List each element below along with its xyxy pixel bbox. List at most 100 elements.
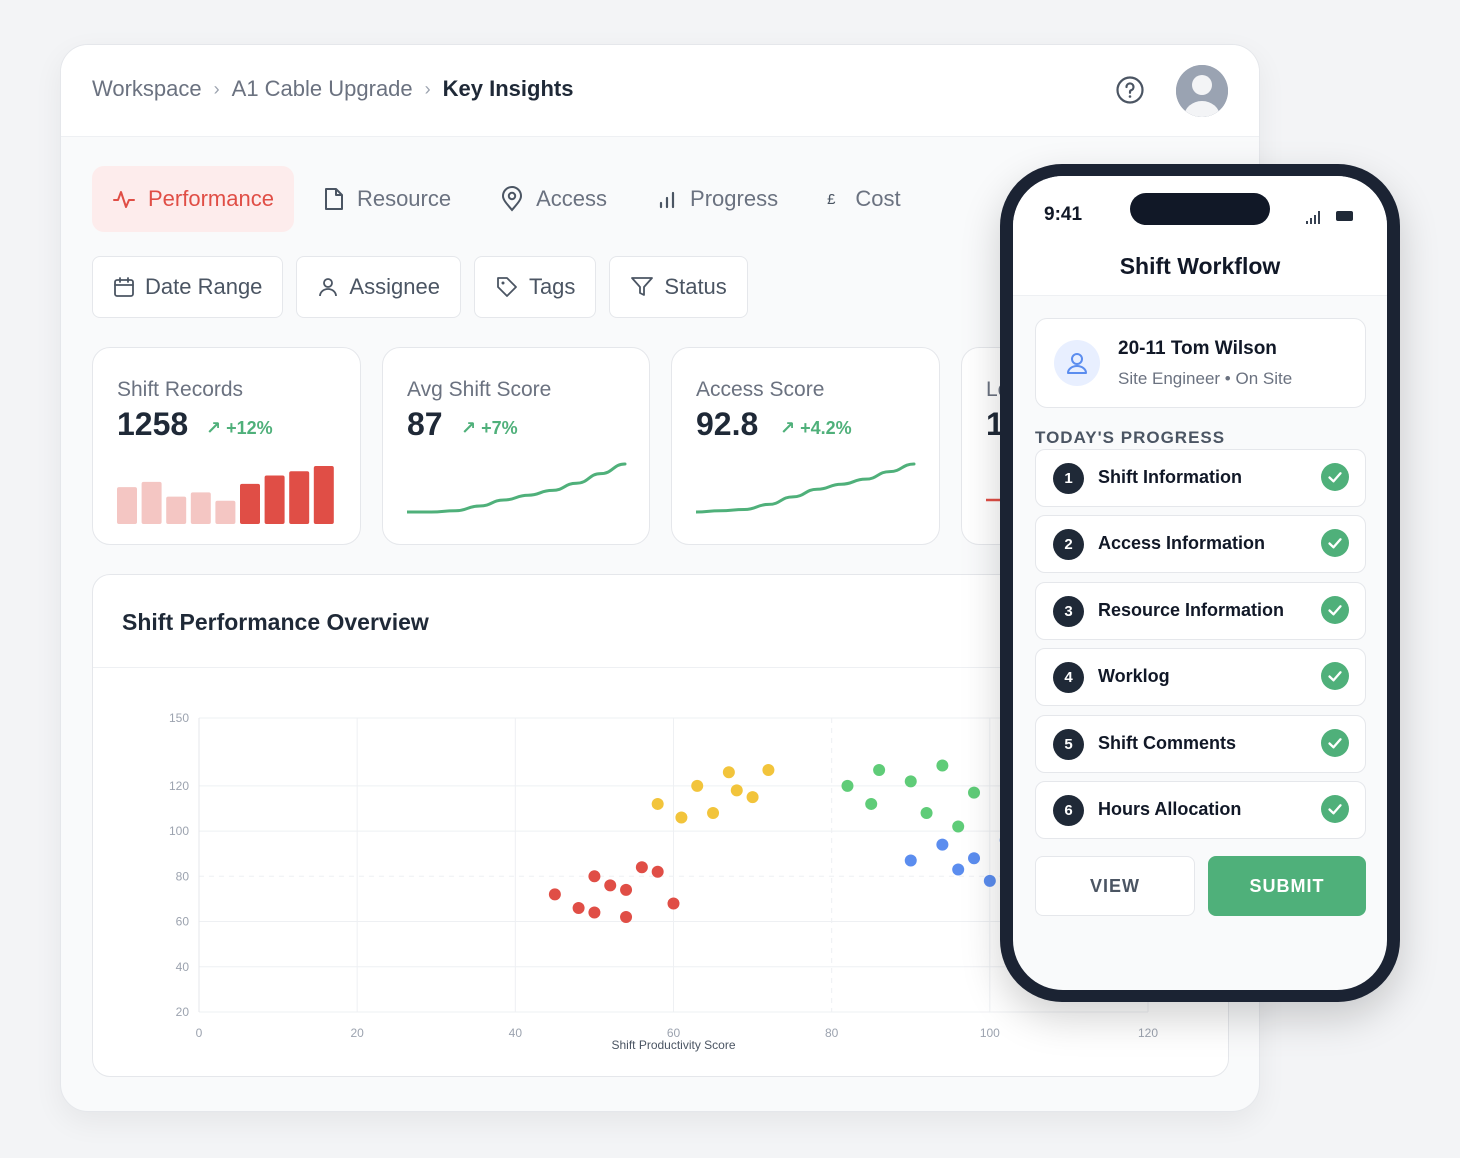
y-tick-label: 60 <box>176 915 190 929</box>
filter-date-range[interactable]: Date Range <box>92 256 284 318</box>
metric-delta-value: +7% <box>481 418 518 438</box>
filter-icon <box>631 277 654 296</box>
phone-frame: 9:41 Shift Workflow 20-11 Tom Wilson Sit… <box>1000 164 1400 1002</box>
data-point <box>651 865 664 878</box>
step-shift-comments[interactable]: 5 Shift Comments <box>1035 715 1366 773</box>
x-tick-label: 20 <box>350 1026 364 1040</box>
breadcrumb-workspace[interactable]: Workspace <box>92 76 202 102</box>
filter-bar: Date Range Assignee Tags Status <box>92 256 761 318</box>
step-resource-information[interactable]: 3 Resource Information <box>1035 582 1366 640</box>
check-icon <box>1321 729 1349 757</box>
dynamic-island <box>1130 193 1270 225</box>
y-tick-label: 80 <box>176 869 190 883</box>
step-label: Worklog <box>1098 666 1170 686</box>
step-label: Shift Information <box>1098 467 1242 487</box>
check-icon <box>1321 596 1349 624</box>
step-label: Resource Information <box>1098 600 1285 620</box>
user-icon <box>1067 353 1087 374</box>
user-card[interactable]: 20-11 Tom Wilson Site Engineer • On Site <box>1035 318 1366 408</box>
metric-delta-value: +12% <box>226 418 273 438</box>
y-tick-label: 100 <box>169 824 189 838</box>
filter-label: Date Range <box>145 274 263 299</box>
y-tick-label: 40 <box>176 960 190 974</box>
x-tick-label: 0 <box>196 1026 203 1040</box>
data-point <box>968 786 981 799</box>
data-point <box>604 879 617 892</box>
view-button[interactable]: VIEW <box>1035 856 1195 916</box>
metric-value: 92.8 <box>696 406 759 442</box>
step-number: 5 <box>1053 729 1084 760</box>
trend-up-icon: ↗ <box>461 418 477 438</box>
metric-delta-value: +4.2% <box>800 418 852 438</box>
metric-card-access-score[interactable]: Access Score 92.8 ↗ +4.2% <box>671 347 940 545</box>
pound-icon: £ <box>827 190 836 208</box>
metric-label: Shift Records <box>117 378 244 401</box>
data-point <box>635 861 648 874</box>
signal-icon <box>1306 211 1320 224</box>
user-avatar <box>1054 340 1100 386</box>
metric-value: 1258 <box>117 406 189 442</box>
bar <box>166 496 187 524</box>
data-point <box>762 764 775 777</box>
help-icon[interactable] <box>1115 75 1145 105</box>
x-tick-label: 100 <box>980 1026 1000 1040</box>
phone-title: Shift Workflow <box>1119 253 1281 279</box>
data-point <box>572 901 585 914</box>
step-number: 6 <box>1053 795 1084 826</box>
filter-tags[interactable]: Tags <box>473 256 597 318</box>
bar <box>289 471 310 524</box>
bar <box>141 481 162 524</box>
breadcrumb-project[interactable]: A1 Cable Upgrade <box>232 76 413 102</box>
y-tick-label: 120 <box>169 779 189 793</box>
data-point <box>620 911 633 924</box>
y-tick-label: 150 <box>169 711 189 725</box>
bar <box>215 500 236 524</box>
tab-progress[interactable]: Progress <box>636 166 798 232</box>
metric-card-avg-shift-score[interactable]: Avg Shift Score 87 ↗ +7% <box>382 347 650 545</box>
tab-resource[interactable]: Resource <box>303 166 471 232</box>
data-point <box>865 797 878 810</box>
step-label: Access Information <box>1098 533 1266 553</box>
phone-screen: 9:41 Shift Workflow 20-11 Tom Wilson Sit… <box>1013 176 1387 990</box>
tab-label: Progress <box>690 186 779 211</box>
data-point <box>746 791 759 804</box>
step-hours-allocation[interactable]: 6 Hours Allocation <box>1035 781 1366 839</box>
data-point <box>936 838 949 851</box>
data-point <box>841 779 854 792</box>
submit-button[interactable]: SUBMIT <box>1208 856 1366 916</box>
metric-card-shift-records[interactable]: Shift Records 1258 ↗ +12% <box>92 347 361 545</box>
tab-performance[interactable]: Performance <box>92 166 294 232</box>
step-number: 4 <box>1053 662 1084 693</box>
filter-status[interactable]: Status <box>609 256 748 318</box>
user-name: 20-11 Tom Wilson <box>1118 338 1277 359</box>
filter-label: Status <box>664 274 727 299</box>
line-sparkline <box>696 462 916 514</box>
step-worklog[interactable]: 4 Worklog <box>1035 648 1366 706</box>
check-icon <box>1321 529 1349 557</box>
map-pin-icon <box>502 186 523 212</box>
bar <box>190 492 211 524</box>
line-sparkline <box>407 462 627 514</box>
bar <box>313 466 334 524</box>
step-access-information[interactable]: 2 Access Information <box>1035 515 1366 573</box>
avatar[interactable] <box>1176 65 1228 117</box>
tab-cost[interactable]: £ Cost <box>807 166 921 232</box>
tag-icon <box>497 277 517 297</box>
file-icon <box>324 188 343 210</box>
step-number: 2 <box>1053 529 1084 560</box>
x-tick-label: 80 <box>825 1026 839 1040</box>
data-point <box>548 888 561 901</box>
user-icon <box>319 278 338 297</box>
phone-header: 9:41 Shift Workflow <box>1013 176 1387 296</box>
tab-access[interactable]: Access <box>480 166 627 232</box>
metric-delta: ↗ +12% <box>206 418 273 439</box>
tab-label: Cost <box>855 186 901 211</box>
step-shift-information[interactable]: 1 Shift Information <box>1035 449 1366 507</box>
data-point <box>920 806 933 819</box>
data-point <box>722 766 735 779</box>
tab-label: Performance <box>148 186 274 211</box>
data-point <box>651 797 664 810</box>
metric-value: 87 <box>407 406 443 442</box>
data-point <box>707 806 720 819</box>
filter-assignee[interactable]: Assignee <box>296 256 461 318</box>
